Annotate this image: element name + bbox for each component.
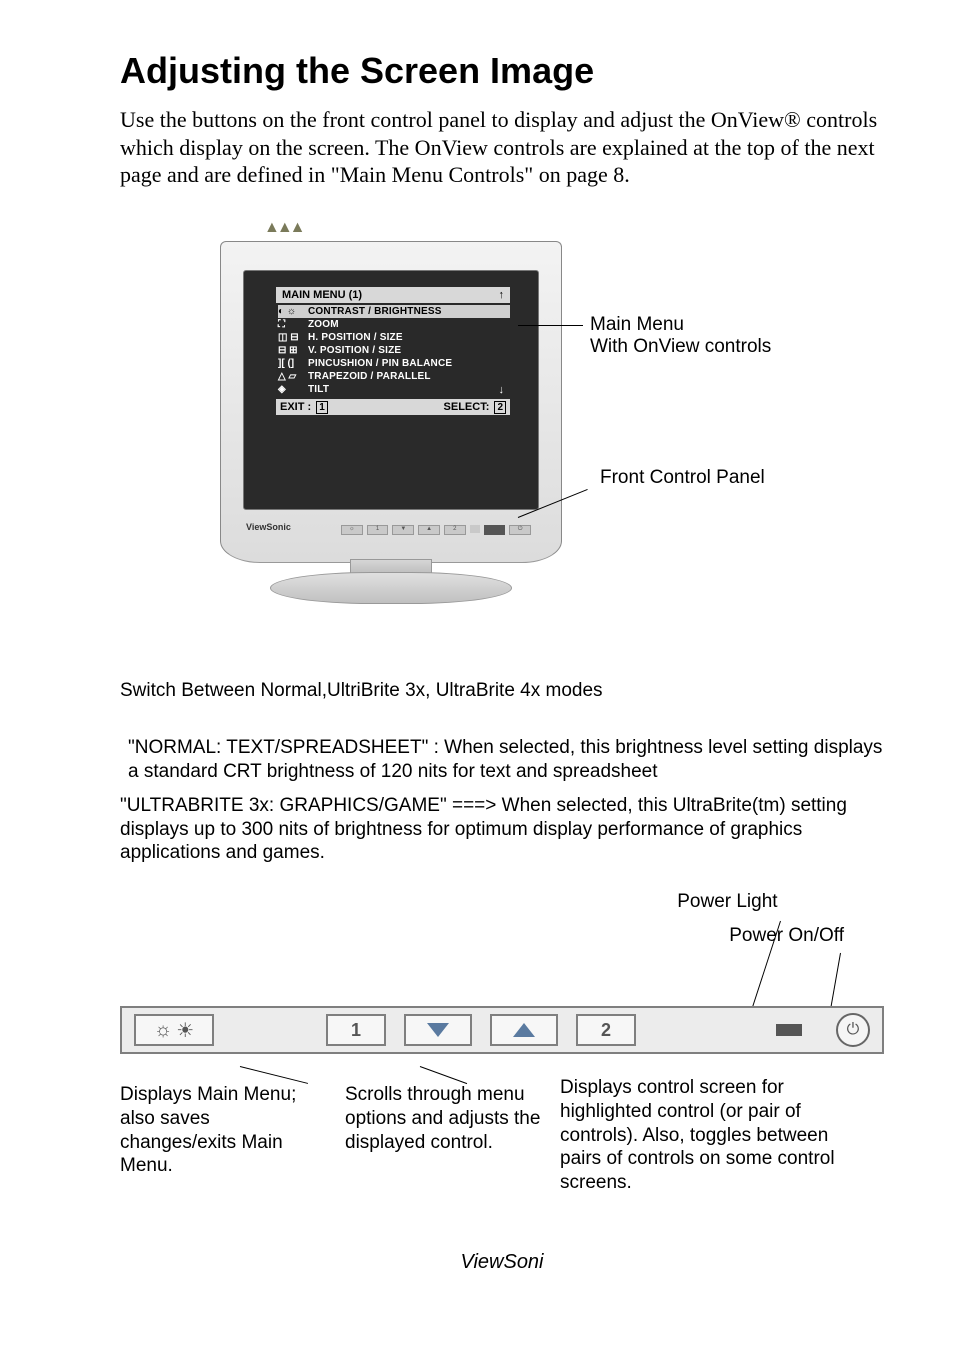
brightness-buttons[interactable]: ☼ ☀ <box>134 1014 214 1046</box>
footer-brand: ViewSoni <box>120 1251 884 1274</box>
desc-button-1: Displays Main Menu; also saves changes/e… <box>120 1083 330 1178</box>
osd-item-label: CONTRAST / BRIGHTNESS <box>308 306 442 317</box>
monitor-brand-label: ViewSonic <box>246 522 291 532</box>
power-button[interactable]: ⏻ <box>836 1013 870 1047</box>
osd-item-label: TILT <box>308 384 329 395</box>
osd-item-label: TRAPEZOID / PARALLEL <box>308 371 431 382</box>
down-arrow-icon: ↓ <box>499 384 505 396</box>
osd-title-bar: MAIN MENU (1) ↑ <box>276 287 510 303</box>
osd-item-pincushion[interactable]: ][ (] PINCUSHION / PIN BALANCE <box>278 357 510 370</box>
pincushion-icon: ][ (] <box>278 358 308 369</box>
up-arrow-icon: ↑ <box>499 289 505 301</box>
intro-paragraph: Use the buttons on the front control pan… <box>120 106 884 189</box>
contrast-brightness-icon: ◐ ☼ <box>278 306 308 317</box>
power-led-icon <box>776 1024 802 1036</box>
power-icon: ⏻ <box>847 1021 860 1039</box>
power-onoff-callout: Power On/Off <box>729 925 844 947</box>
osd-item-hpos[interactable]: ◫ ⊟ H. POSITION / SIZE <box>278 331 510 344</box>
desc-arrows: Scrolls through menu options and adjusts… <box>345 1083 565 1154</box>
osd-item-label: PINCUSHION / PIN BALANCE <box>308 358 452 369</box>
trapezoid-icon: △ ▱ <box>278 371 308 382</box>
osd-item-tilt[interactable]: ◈ TILT ↓ <box>278 383 510 397</box>
button-down[interactable] <box>404 1014 472 1046</box>
osd-item-vpos[interactable]: ⊟ ⊞ V. POSITION / SIZE <box>278 344 510 357</box>
ultrabrite-mode-text: "ULTRABRITE 3x: GRAPHICS/GAME" ===> When… <box>120 794 884 865</box>
switch-modes-text: Switch Between Normal,UltriBrite 3x, Ult… <box>120 679 884 703</box>
osd-select-key: 2 <box>494 401 506 414</box>
monitor-base <box>270 572 512 604</box>
button-1[interactable]: 1 <box>326 1014 386 1046</box>
button-2[interactable]: 2 <box>576 1014 636 1046</box>
viewsonic-birds-icon: ▲▲▲ <box>264 219 303 237</box>
callout-main-menu-l2: With OnView controls <box>590 336 870 358</box>
osd-title-text: MAIN MENU (1) <box>282 289 362 301</box>
osd-footer: EXIT : 1 SELECT: 2 <box>276 399 510 415</box>
triangle-down-icon <box>425 1021 451 1039</box>
callout-main-menu-l1: Main Menu <box>590 314 870 336</box>
monitor-front-panel-icon: ☼1▼▲2⏻ <box>341 525 531 535</box>
button-up[interactable] <box>490 1014 558 1046</box>
monitor-figure: ▲▲▲ MAIN MENU (1) ↑ ◐ ☼ CONTRAST / BRIGH… <box>160 219 884 659</box>
desc-button-2: Displays control screen for highlighted … <box>560 1076 860 1195</box>
monitor-shell: MAIN MENU (1) ↑ ◐ ☼ CONTRAST / BRIGHTNES… <box>220 241 562 563</box>
normal-mode-text: "NORMAL: TEXT/SPREADSHEET" : When select… <box>128 736 884 784</box>
triangle-up-icon <box>511 1021 537 1039</box>
sun-bright-icon: ☀ <box>176 1018 194 1043</box>
callout-main-menu: Main Menu With OnView controls <box>590 314 870 358</box>
osd-item-trapezoid[interactable]: △ ▱ TRAPEZOID / PARALLEL <box>278 370 510 383</box>
vpos-icon: ⊟ ⊞ <box>278 345 308 356</box>
hpos-icon: ◫ ⊟ <box>278 332 308 343</box>
osd-item-zoom[interactable]: ⛶ ZOOM <box>278 318 510 331</box>
page-title: Adjusting the Screen Image <box>120 50 884 92</box>
front-panel-figure: Power Light Power On/Off ☼ ☀ 1 2 ⏻ <box>120 891 884 1221</box>
osd-item-label: H. POSITION / SIZE <box>308 332 403 343</box>
callout-front-panel: Front Control Panel <box>600 467 765 489</box>
monitor-screen: MAIN MENU (1) ↑ ◐ ☼ CONTRAST / BRIGHTNES… <box>243 270 539 510</box>
front-panel-strip: ☼ ☀ 1 2 ⏻ <box>120 1006 884 1054</box>
osd-item-contrast[interactable]: ◐ ☼ CONTRAST / BRIGHTNESS <box>278 305 510 318</box>
zoom-icon: ⛶ <box>278 319 308 330</box>
sun-dim-icon: ☼ <box>154 1019 172 1042</box>
tilt-icon: ◈ <box>278 384 308 395</box>
osd-item-label: V. POSITION / SIZE <box>308 345 401 356</box>
power-light-callout: Power Light <box>677 891 844 913</box>
osd-exit-label: EXIT : <box>280 401 311 413</box>
osd-menu: MAIN MENU (1) ↑ ◐ ☼ CONTRAST / BRIGHTNES… <box>276 287 510 415</box>
osd-item-label: ZOOM <box>308 319 339 330</box>
osd-exit-key: 1 <box>316 401 328 414</box>
osd-select-label: SELECT: <box>444 401 490 413</box>
